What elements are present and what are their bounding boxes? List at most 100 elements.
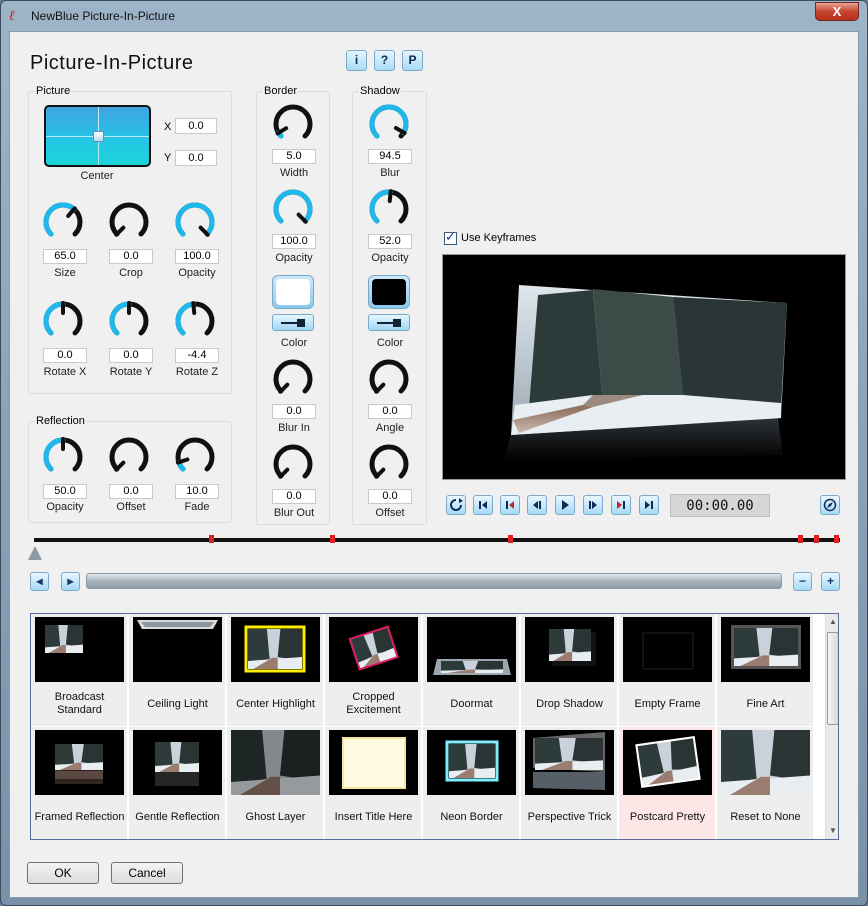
cancel-button[interactable]: Cancel (111, 862, 183, 884)
app-window: ℓ NewBlue Picture-In-Picture X Picture-I… (0, 0, 868, 906)
rotate-z-value[interactable]: -4.4 (175, 348, 219, 363)
preset-tile[interactable]: Doormat (423, 614, 520, 726)
playhead-marker[interactable] (28, 546, 42, 560)
border-color-slider-button[interactable] (272, 314, 314, 331)
info-button[interactable]: i (346, 50, 367, 71)
preset-tile[interactable]: Postcard Pretty (619, 727, 716, 839)
opacity-value[interactable]: 100.0 (175, 249, 219, 264)
border-blur-out-knob[interactable] (271, 442, 315, 486)
position-handle[interactable] (93, 131, 104, 142)
step-forward-button[interactable] (583, 495, 603, 515)
preset-tile[interactable]: Neon Border (423, 727, 520, 839)
border-group: Border 5.0 Width 100.0 Opacity Color 0.0… (256, 85, 330, 525)
keyframe-timeline[interactable] (34, 535, 840, 543)
next-keyframe-button[interactable] (611, 495, 631, 515)
shadow-offset-value[interactable]: 0.0 (368, 489, 412, 504)
preset-gallery: Broadcast Standard Ceiling Light Center … (30, 613, 839, 840)
play-button[interactable] (555, 495, 575, 515)
keyframe-marker[interactable] (833, 535, 839, 543)
preset-name: Drop Shadow (536, 697, 603, 710)
keyframe-marker[interactable] (209, 535, 215, 543)
keyframe-marker[interactable] (813, 535, 819, 543)
reflection-offset-knob[interactable] (107, 435, 151, 479)
crop-value[interactable]: 0.0 (109, 249, 153, 264)
border-opacity-knob[interactable] (271, 187, 315, 231)
border-color-swatch[interactable] (272, 275, 314, 309)
shadow-color-swatch[interactable] (368, 275, 410, 309)
preset-tile[interactable]: Insert Title Here (325, 727, 422, 839)
shadow-opacity-value[interactable]: 52.0 (368, 234, 412, 249)
ok-button[interactable]: OK (27, 862, 99, 884)
shadow-group: Shadow 94.5 Blur 52.0 Opacity Color 0.0 … (352, 85, 427, 525)
reflection-fade-value[interactable]: 10.0 (175, 484, 219, 499)
preset-tile[interactable]: Ceiling Light (129, 614, 226, 726)
rotate-y-value[interactable]: 0.0 (109, 348, 153, 363)
preset-name: Ghost Layer (245, 810, 306, 823)
preset-name: Ceiling Light (147, 697, 208, 710)
preset-tile[interactable]: Drop Shadow (521, 614, 618, 726)
border-opacity-value[interactable]: 100.0 (272, 234, 316, 249)
rotate-x-knob[interactable] (41, 299, 85, 343)
presets-button[interactable]: P (402, 50, 423, 71)
scroll-right-button[interactable]: ▸ (61, 572, 80, 591)
gallery-scroll-thumb[interactable] (827, 632, 838, 725)
preset-tile[interactable]: Framed Reflection (31, 727, 128, 839)
keyframe-marker[interactable] (330, 535, 336, 543)
rotate-y-knob[interactable] (107, 299, 151, 343)
gallery-scrollbar[interactable]: ▲ ▼ (825, 614, 838, 839)
reflection-opacity-knob[interactable] (41, 435, 85, 479)
keyframe-marker[interactable] (797, 535, 803, 543)
preset-tile[interactable]: Center Highlight (227, 614, 324, 726)
reflection-fade-knob[interactable] (173, 435, 217, 479)
size-knob[interactable] (41, 200, 85, 244)
zoom-in-button[interactable]: + (821, 572, 840, 591)
shadow-angle-knob[interactable] (367, 357, 411, 401)
preset-tile[interactable]: Ghost Layer (227, 727, 324, 839)
shadow-blur-knob[interactable] (367, 102, 411, 146)
use-keyframes-checkbox[interactable] (444, 230, 457, 245)
y-field[interactable]: 0.0 (175, 150, 217, 166)
scroll-left-button[interactable]: ◂ (30, 572, 49, 591)
help-button[interactable]: ? (374, 50, 395, 71)
border-blur-out-value[interactable]: 0.0 (272, 489, 316, 504)
border-blur-in-value[interactable]: 0.0 (272, 404, 316, 419)
video-preview (442, 254, 846, 480)
opacity-knob[interactable] (173, 200, 217, 244)
preset-tile[interactable]: Fine Art (717, 614, 814, 726)
scroll-up-icon[interactable]: ▲ (829, 617, 837, 626)
rotate-z-knob[interactable] (173, 299, 217, 343)
shadow-opacity-knob[interactable] (367, 187, 411, 231)
position-pad[interactable] (44, 105, 151, 167)
preset-tile[interactable]: Gentle Reflection (129, 727, 226, 839)
scroll-down-icon[interactable]: ▼ (829, 826, 837, 835)
zoom-out-button[interactable]: − (793, 572, 812, 591)
prev-keyframe-button[interactable] (500, 495, 520, 515)
close-button[interactable]: X (815, 2, 859, 21)
timeline-scrollbar[interactable] (86, 573, 782, 589)
shadow-angle-value[interactable]: 0.0 (368, 404, 412, 419)
shadow-blur-value[interactable]: 94.5 (368, 149, 412, 164)
border-width-knob[interactable] (271, 102, 315, 146)
rotate-x-value[interactable]: 0.0 (43, 348, 87, 363)
shadow-offset-knob[interactable] (367, 442, 411, 486)
loop-button[interactable] (446, 495, 466, 515)
x-field[interactable]: 0.0 (175, 118, 217, 134)
preset-tile[interactable]: Broadcast Standard (31, 614, 128, 726)
crop-knob[interactable] (107, 200, 151, 244)
keyframe-marker[interactable] (507, 535, 513, 543)
size-value[interactable]: 65.0 (43, 249, 87, 264)
go-start-button[interactable] (473, 495, 493, 515)
reflection-offset-value[interactable]: 0.0 (109, 484, 153, 499)
go-end-button[interactable] (639, 495, 659, 515)
preset-tile[interactable]: Reset to None (717, 727, 814, 839)
preset-tile[interactable]: Empty Frame (619, 614, 716, 726)
shadow-color-slider-button[interactable] (368, 314, 410, 331)
border-color-label: Color (280, 337, 308, 349)
step-back-button[interactable] (527, 495, 547, 515)
compass-button[interactable] (820, 495, 840, 515)
border-blur-in-knob[interactable] (271, 357, 315, 401)
preset-tile[interactable]: Perspective Trick (521, 727, 618, 839)
preset-tile[interactable]: Cropped Excitement (325, 614, 422, 726)
reflection-opacity-value[interactable]: 50.0 (43, 484, 87, 499)
border-width-value[interactable]: 5.0 (272, 149, 316, 164)
